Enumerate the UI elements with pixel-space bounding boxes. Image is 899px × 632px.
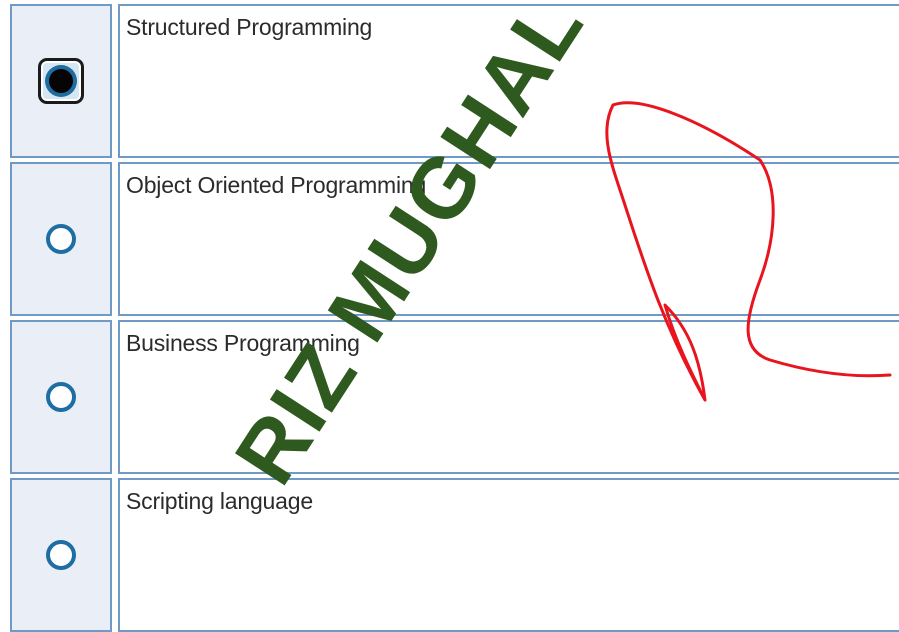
- radio-cell[interactable]: [10, 478, 112, 632]
- option-label: Scripting language: [126, 488, 313, 514]
- option-label: Structured Programming: [126, 14, 373, 40]
- radio-unselected-icon[interactable]: [46, 224, 76, 254]
- option-label-cell[interactable]: Business Programming: [118, 320, 899, 474]
- radio-selected-icon[interactable]: [38, 58, 84, 104]
- option-row-structured-programming[interactable]: Structured Programming: [0, 4, 899, 158]
- option-label: Object Oriented Programming: [126, 172, 427, 198]
- answer-options: Structured Programming Object Oriented P…: [0, 0, 899, 632]
- radio-cell[interactable]: [10, 4, 112, 158]
- option-label-cell[interactable]: Scripting language: [118, 478, 899, 632]
- radio-cell[interactable]: [10, 162, 112, 316]
- radio-unselected-icon[interactable]: [46, 540, 76, 570]
- radio-unselected-icon[interactable]: [46, 382, 76, 412]
- option-label-cell[interactable]: Structured Programming: [118, 4, 899, 158]
- radio-cell[interactable]: [10, 320, 112, 474]
- option-row-business-programming[interactable]: Business Programming: [0, 320, 899, 474]
- option-row-scripting-language[interactable]: Scripting language: [0, 478, 899, 632]
- option-label: Business Programming: [126, 330, 360, 356]
- option-row-object-oriented-programming[interactable]: Object Oriented Programming: [0, 162, 899, 316]
- option-label-cell[interactable]: Object Oriented Programming: [118, 162, 899, 316]
